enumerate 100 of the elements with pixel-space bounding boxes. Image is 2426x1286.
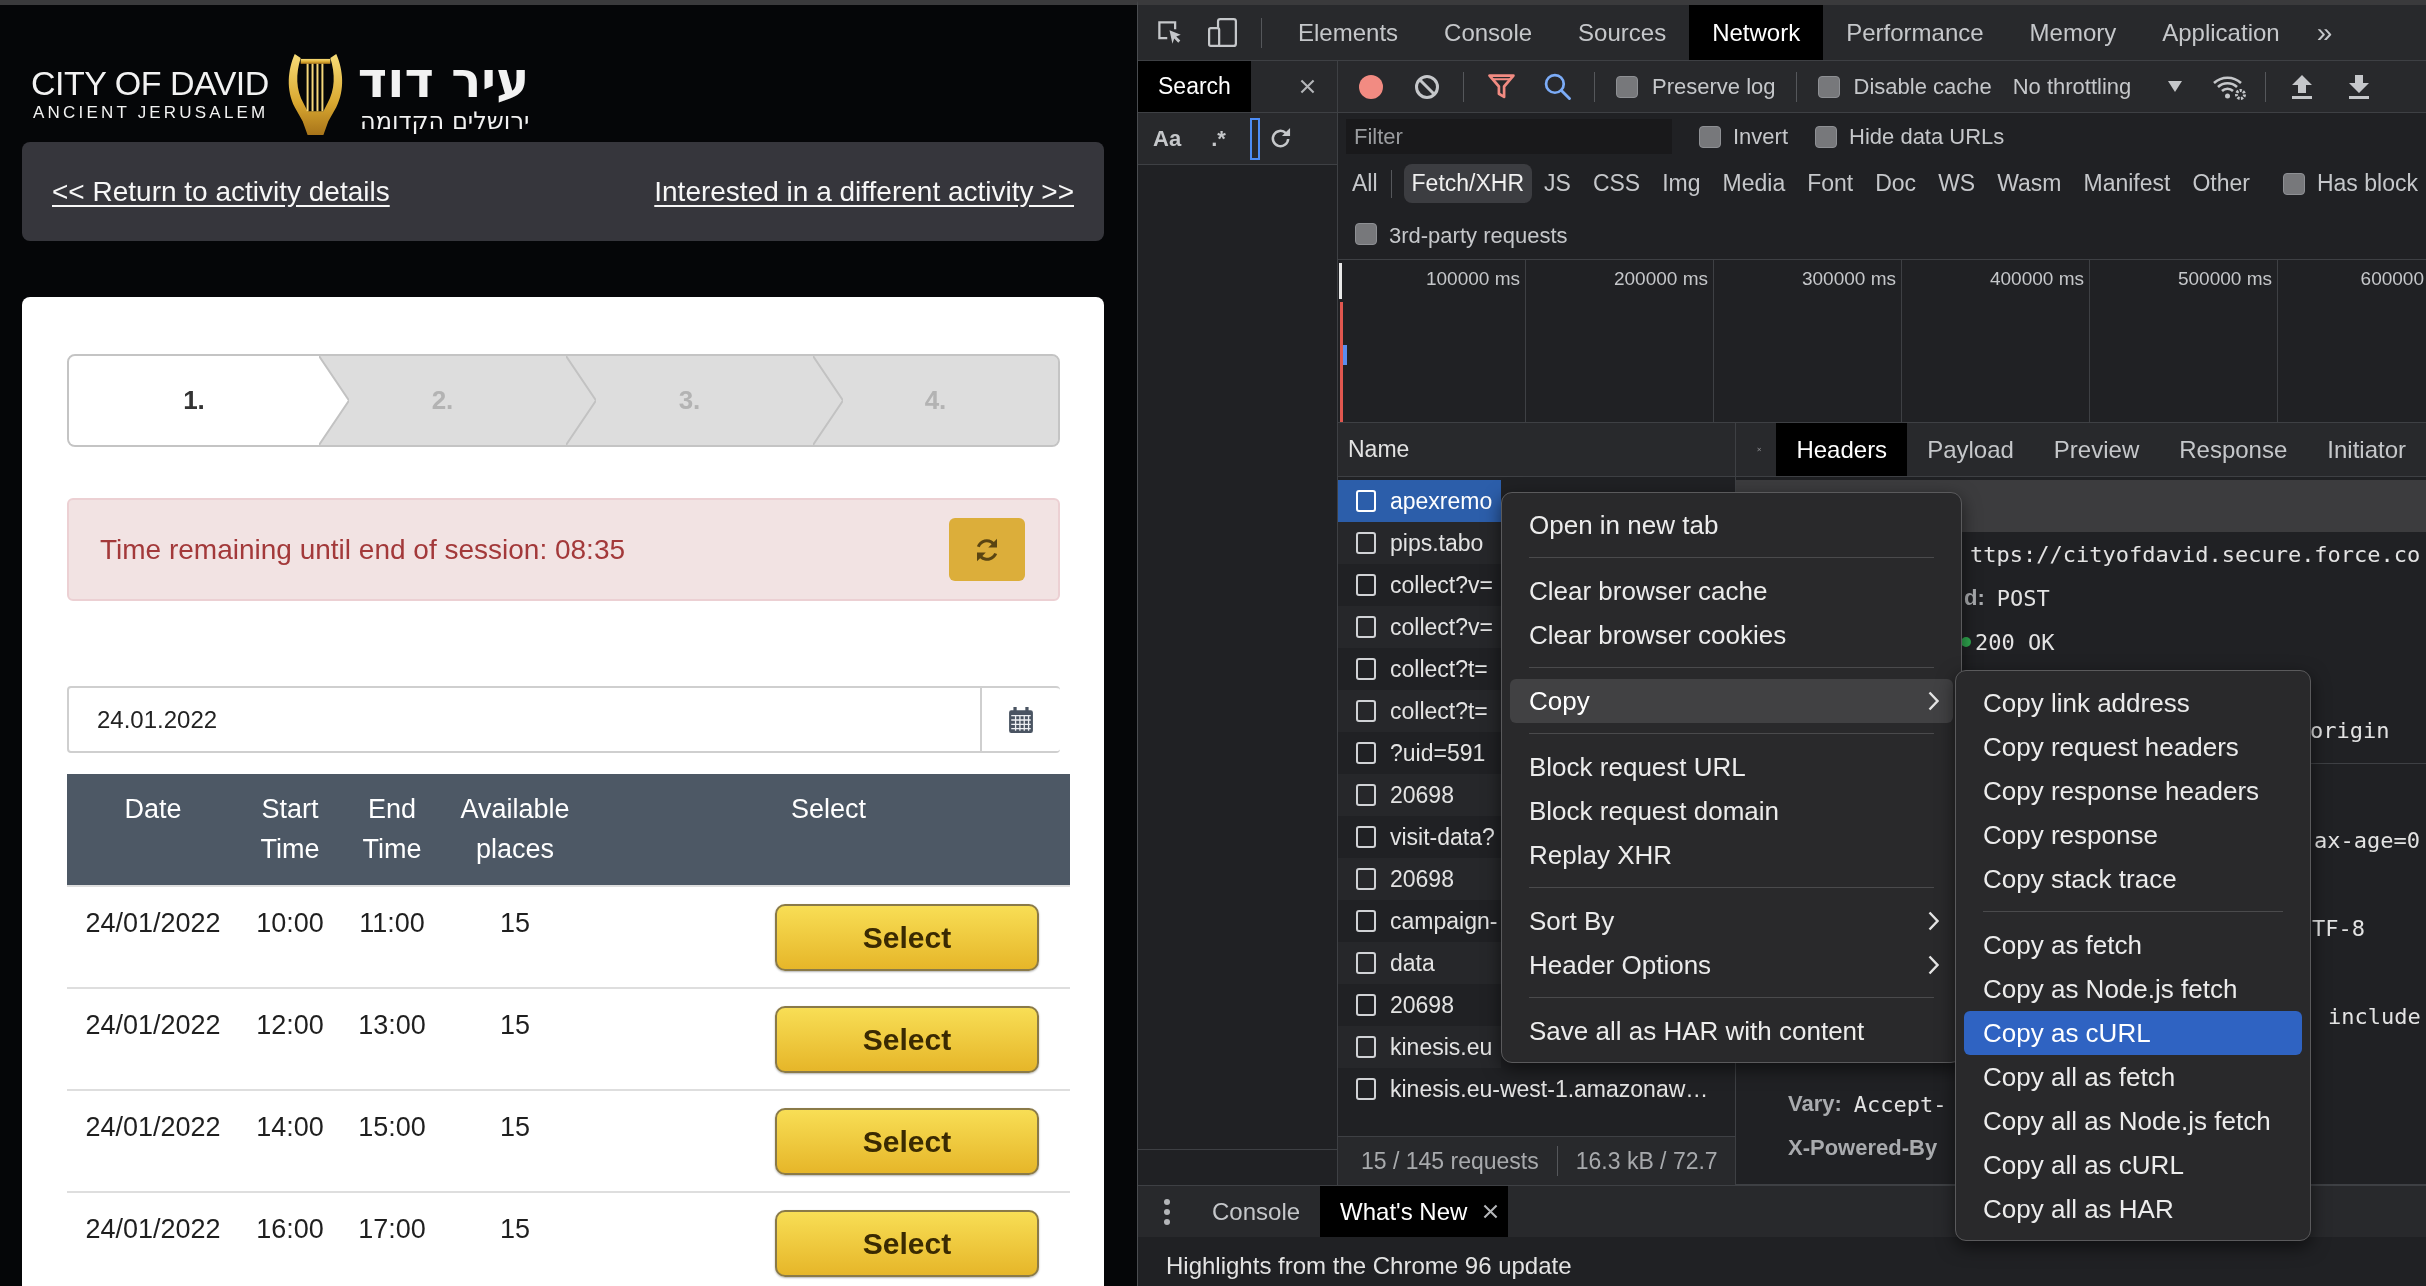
record-icon[interactable]	[1359, 74, 1383, 99]
request-row[interactable]: pips.tabo	[1338, 522, 1501, 564]
menu-item[interactable]: Copy stack trace	[1964, 857, 2302, 901]
checkbox[interactable]	[1355, 223, 1377, 245]
request-row[interactable]: collect?t=	[1338, 690, 1501, 732]
menu-item[interactable]: Sort By	[1510, 899, 1953, 943]
navigation-link[interactable]: Interested in a different activity >>	[654, 175, 1074, 208]
request-row[interactable]: ?uid=591	[1338, 732, 1501, 774]
detail-tab[interactable]: Response	[2159, 423, 2308, 476]
detail-tab[interactable]: Headers	[1776, 423, 1908, 476]
type-filter-chip[interactable]: Wasm	[1987, 164, 2072, 203]
request-row[interactable]: 20698	[1338, 858, 1501, 900]
select-button[interactable]: Select	[775, 1210, 1039, 1277]
select-button[interactable]: Select	[775, 1006, 1039, 1073]
drawer-tab[interactable]: What's New	[1320, 1186, 1509, 1237]
navigation-link[interactable]: << Return to activity details	[52, 175, 390, 208]
calendar-button[interactable]	[982, 686, 1060, 753]
menu-item[interactable]: Copy response headers	[1964, 769, 2302, 813]
type-filter-chip[interactable]: JS	[1534, 164, 1581, 203]
search-option-button[interactable]: .*	[1211, 125, 1226, 152]
detail-tab[interactable]: Payload	[1907, 423, 2034, 476]
download-icon[interactable]	[2348, 74, 2371, 99]
network-conditions-icon[interactable]	[2212, 73, 2247, 100]
menu-item[interactable]: Open in new tab	[1510, 503, 1953, 547]
type-filter-chip[interactable]: CSS	[1582, 164, 1651, 203]
request-row[interactable]: 20698	[1338, 984, 1501, 1026]
type-filter-chip[interactable]: Media	[1712, 164, 1796, 203]
type-filter-chip[interactable]: Doc	[1865, 164, 1927, 203]
panel-tab[interactable]: Elements	[1275, 5, 1422, 60]
menu-item[interactable]: Copy link address	[1964, 681, 2302, 725]
throttling-dropdown[interactable]: No throttling	[2012, 73, 2183, 100]
close-icon[interactable]	[1483, 1204, 1499, 1219]
caret-icon	[2168, 81, 2183, 92]
menu-item[interactable]: Copy as fetch	[1964, 923, 2302, 967]
detail-tab[interactable]: Preview	[2033, 423, 2160, 476]
request-row[interactable]: kinesis.eu	[1338, 1026, 1501, 1068]
search-option-button[interactable]: Aa	[1153, 125, 1182, 152]
panel-tab[interactable]: Application	[2139, 5, 2303, 60]
menu-item[interactable]: Copy	[1510, 679, 1953, 723]
upload-icon[interactable]	[2291, 74, 2314, 99]
device-icon[interactable]	[1208, 18, 1237, 47]
menu-item[interactable]: Copy all as cURL	[1964, 1143, 2302, 1187]
panel-tab[interactable]: Performance	[1823, 5, 2007, 60]
detail-tab[interactable]: Initiator	[2307, 423, 2426, 476]
menu-item[interactable]: Copy request headers	[1964, 725, 2302, 769]
checkbox[interactable]	[1699, 125, 1721, 148]
type-filter-chip[interactable]: Font	[1797, 164, 1864, 203]
filter-field[interactable]: Filter	[1346, 119, 1672, 154]
request-row[interactable]: campaign-	[1338, 900, 1501, 942]
menu-item[interactable]: Copy all as fetch	[1964, 1055, 2302, 1099]
type-filter-chip[interactable]: Fetch/XHR	[1403, 164, 1533, 203]
select-button[interactable]: Select	[775, 904, 1039, 971]
menu-item[interactable]: Replay XHR	[1510, 833, 1953, 877]
menu-item[interactable]: Save all as HAR with content	[1510, 1009, 1953, 1053]
request-row[interactable]: visit-data?	[1338, 816, 1501, 858]
menu-item[interactable]: Clear browser cookies	[1510, 613, 1953, 657]
request-row[interactable]: collect?t=	[1338, 648, 1501, 690]
menu-item[interactable]: Copy all as Node.js fetch	[1964, 1099, 2302, 1143]
checkbox[interactable]	[2282, 172, 2305, 195]
request-row[interactable]: 20698	[1338, 774, 1501, 816]
type-filter-chip[interactable]: Other	[2182, 164, 2260, 203]
kebab-menu-icon[interactable]	[1164, 1198, 1170, 1225]
panel-tab[interactable]: Memory	[2006, 5, 2140, 60]
type-filter-chip[interactable]: Manifest	[2073, 164, 2181, 203]
checkbox[interactable]	[1817, 75, 1840, 98]
menu-item[interactable]: Copy response	[1964, 813, 2302, 857]
sidebar-tab[interactable]: Search	[1138, 61, 1251, 112]
square-icon	[1356, 994, 1376, 1016]
panel-tab[interactable]: Network	[1689, 5, 1824, 60]
menu-item[interactable]: Copy as cURL	[1964, 1011, 2302, 1055]
clear-icon[interactable]	[1415, 74, 1439, 99]
close-icon[interactable]	[1300, 79, 1315, 94]
square-icon	[1356, 784, 1376, 806]
request-row[interactable]: collect?v=	[1338, 564, 1501, 606]
menu-item[interactable]: Header Options	[1510, 943, 1953, 987]
type-filter-chip[interactable]: Img	[1652, 164, 1711, 203]
checkbox[interactable]	[1815, 125, 1838, 148]
panel-tab[interactable]: Sources	[1555, 5, 1690, 60]
inspect-icon[interactable]	[1156, 19, 1183, 46]
date-field[interactable]: 24.01.2022	[67, 686, 982, 753]
checkbox[interactable]	[1616, 75, 1638, 98]
menu-item[interactable]: Copy all as HAR	[1964, 1187, 2302, 1231]
type-filter-chip[interactable]: All	[1344, 164, 1386, 203]
request-row[interactable]: apexremo	[1338, 480, 1501, 522]
header-value: TF-8	[2312, 915, 2365, 941]
refresh-button[interactable]	[949, 518, 1025, 581]
search-icon[interactable]	[1544, 73, 1571, 100]
filter-icon[interactable]	[1488, 74, 1515, 99]
select-button[interactable]: Select	[775, 1108, 1039, 1175]
panel-tab[interactable]: Console	[1421, 5, 1556, 60]
menu-item[interactable]: Block request domain	[1510, 789, 1953, 833]
request-row[interactable]: data	[1338, 942, 1501, 984]
menu-item[interactable]: Block request URL	[1510, 745, 1953, 789]
more-tabs-button[interactable]: »	[2302, 5, 2347, 60]
type-filter-chip[interactable]: WS	[1928, 164, 1986, 203]
request-row[interactable]: kinesis.eu-west-1.amazonaw…	[1338, 1068, 1735, 1110]
drawer-tab[interactable]: Console	[1192, 1186, 1321, 1237]
menu-item[interactable]: Clear browser cache	[1510, 569, 1953, 613]
request-row[interactable]: collect?v=	[1338, 606, 1501, 648]
menu-item[interactable]: Copy as Node.js fetch	[1964, 967, 2302, 1011]
